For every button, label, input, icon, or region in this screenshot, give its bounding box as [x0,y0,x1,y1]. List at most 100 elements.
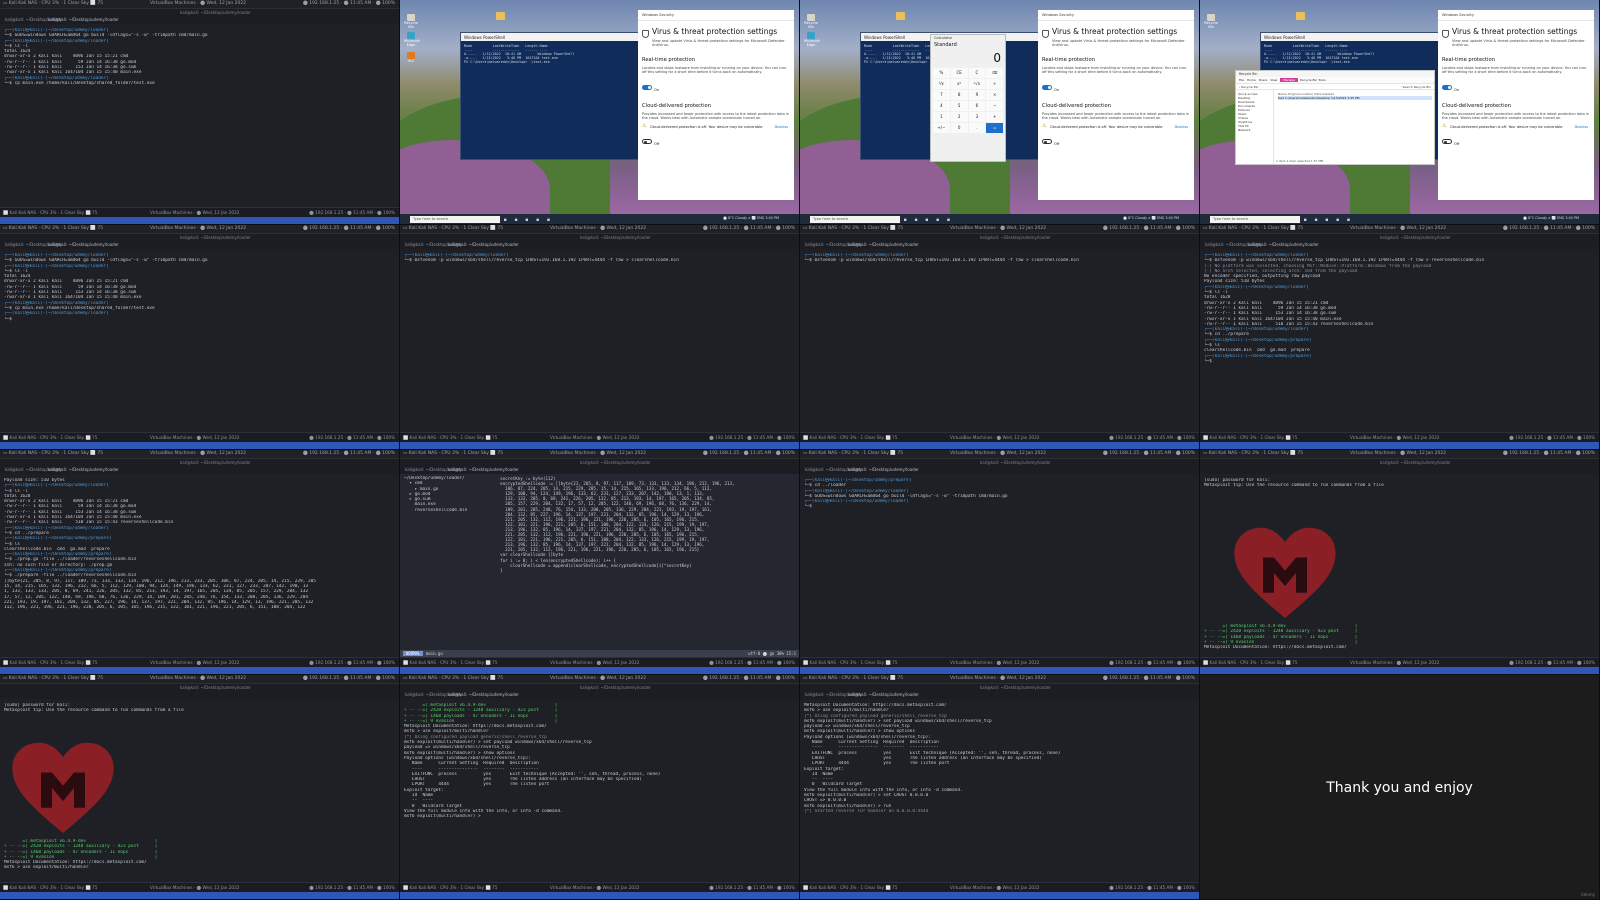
calculator-key[interactable]: = [986,123,1003,133]
ribbon-tab-file[interactable]: File [1239,78,1244,82]
calculator-key[interactable]: 3 [968,112,986,122]
code-editor[interactable]: secretKey := byte(112) encryptedShellcod… [490,476,795,573]
terminal-output[interactable]: ┌──(kali㉿kali)-[~/Desktop/udemy/loader] └… [800,249,1199,433]
calculator-key[interactable]: C [968,68,986,78]
calculator-key[interactable]: − [986,101,1003,111]
ribbon-tab-manage[interactable]: Manage [1280,78,1299,82]
edge-icon[interactable]: Microsoft Edge [804,32,820,47]
address-path: › Recycle Bin [1239,85,1259,89]
tile-msfconsole-banner: ▭ Kali Kali NAS · CPU 3% · 1 Clear Sky ⬜… [1200,450,1600,675]
terminal-tab[interactable]: kali@kali: ~/Desktop/udemy/loader [48,17,119,22]
calculator-key[interactable]: 2 [950,112,968,122]
terminal-tab-row: kali@kali: ~/Desktop/udemy/loader kali@ka… [800,459,1199,474]
calculator-mode[interactable]: Standard [931,41,1005,49]
folder-icon[interactable] [896,12,905,20]
system-tray[interactable]: ⬤ 8°C Cloudy ∧ ⬜ ENG 3:45 PM [1523,216,1579,220]
terminal-output[interactable]: ┌──(kali㉿kali)-[~/Desktop/udemy/prepare]… [800,474,1199,658]
edge-icon[interactable]: Microsoft Edge [404,32,420,47]
dismiss-link[interactable]: Dismiss [1574,125,1588,129]
calculator-window[interactable]: Calculator Standard 0 % CE C ⌫ ⅟x x² ²√x ÷ 7 8 9 × 4… [930,34,1006,162]
panel-left-text: ▭ Kali Kali NAS · CPU 3% · 1 Clear Sky ⬜… [3,676,104,681]
calculator-key[interactable]: ⌫ [986,68,1003,78]
taskbar-app-icons[interactable]: ■ ■ ■ ■ ■ [904,217,953,222]
windows-security-window[interactable]: Windows Security Virus & threat protecti… [1038,10,1194,200]
ribbon-tab-share[interactable]: Share [1259,78,1268,82]
taskbar-search[interactable]: Type here to search [1210,215,1300,223]
rtp-toggle[interactable] [1442,85,1452,91]
vlc-icon[interactable]: VLC [404,52,418,63]
recycle-bin-icon[interactable]: Recycle Bin [404,14,418,29]
terminal-output[interactable]: Payload size: 510 bytes ┌──(kali㉿kali)-[~… [0,474,399,658]
terminal-output[interactable]: =[ metasploit v6.4.9-dev ] + -- --=[ 2420… [400,699,799,883]
terminal-tab[interactable]: kali@kali: ~/Desktop/udemy/loader [848,692,919,697]
windows-security-window[interactable]: Windows Security Virus & threat protecti… [638,10,794,200]
calculator-key[interactable]: 6 [968,101,986,111]
calculator-key[interactable]: ÷ [986,79,1003,89]
recycle-bin-icon[interactable]: Recycle Bin [1204,14,1218,29]
nerdtree-pane[interactable]: ~/Desktop/udemy/loader/ ▾ cmd ▸ main.go … [404,476,488,513]
recycle-bin-window[interactable]: Recycle Bin File Home Share View Manage … [1235,70,1435,165]
terminal-tab[interactable]: kali@kali: ~/Desktop/udemy/loader [48,242,119,247]
panel-center-text: VirtualBox Machines · ⬤ Wed, 12 Jan 2022 [950,676,1047,681]
terminal-output[interactable]: Metasploit Documentation: https://docs.m… [800,699,1199,883]
explorer-search[interactable]: Search Recycle Bin [1402,85,1431,89]
powershell-window[interactable]: Windows PowerShell Mode LastWriteTime Le… [460,32,640,160]
taskbar-search[interactable]: Type here to search [410,215,500,223]
system-tray[interactable]: ⬤ 8°C Cloudy ∧ ⬜ ENG 3:45 PM [1123,216,1179,220]
file-row[interactable]: test C:\Users\malwaredev\Desktop 1/15/20… [1278,96,1432,100]
terminal-output[interactable]: [sudo] password for kali: Metasploit tip:… [0,699,399,883]
terminal-output[interactable]: ┌──(kali㉿kali)-[~/Desktop/udemy/loader] └… [400,249,799,433]
calculator-key[interactable]: 7 [933,90,950,100]
calculator-key[interactable]: 0 [950,123,968,133]
terminal-tab-row: kali@kali: ~/Desktop/udemy/loader kali@ka… [800,234,1199,249]
powershell-titlebar[interactable]: Windows PowerShell [1261,33,1439,41]
terminal-tab[interactable]: kali@kali: ~/Desktop/udemy/loader [1248,242,1319,247]
cloud-toggle[interactable] [1042,139,1052,145]
calculator-key[interactable]: 1 [933,112,950,122]
terminal-output[interactable]: [sudo] password for kali: Metasploit tip:… [1200,474,1599,658]
terminal-tab[interactable]: kali@kali: ~/Desktop/udemy/loader [848,467,919,472]
dismiss-link[interactable]: Dismiss [774,125,788,129]
taskbar-app-icons[interactable]: ■ ■ ■ ■ ■ [1304,217,1353,222]
calculator-key[interactable]: ²√x [968,79,986,89]
calculator-key[interactable]: × [986,90,1003,100]
calculator-key[interactable]: +/− [933,123,950,133]
terminal-tab[interactable]: kali@kali: ~/Desktop/udemy/loader [48,467,119,472]
calculator-key[interactable]: 4 [933,101,950,111]
ribbon-tab-view[interactable]: View [1270,78,1277,82]
calculator-key[interactable]: % [933,68,950,78]
cloud-toggle[interactable] [1442,139,1452,145]
cloud-toggle[interactable] [642,139,652,145]
calculator-key[interactable]: . [968,123,986,133]
terminal-tab[interactable]: kali@kali: ~/Desktop/udemy/loader [448,692,519,697]
calculator-key[interactable]: 5 [950,101,968,111]
powershell-output[interactable]: Mode LastWriteTime Length Name ---- -----… [1261,41,1439,67]
taskbar-app-icons[interactable]: ■ ■ ■ ■ ■ [504,217,553,222]
terminal-tab[interactable]: kali@kali: ~/Desktop/udemy/loader [448,242,519,247]
terminal-output[interactable]: ┌──(kali㉿kali)-[~/Desktop/udemy/loader] └… [0,24,399,208]
folder-icon[interactable] [1296,12,1305,20]
nav-item[interactable]: Network [1238,128,1271,132]
calculator-key[interactable]: ⅟x [933,79,950,89]
calculator-key[interactable]: 9 [968,90,986,100]
calculator-key[interactable]: + [986,112,1003,122]
recycle-bin-icon[interactable]: Recycle Bin [804,14,818,29]
dismiss-link[interactable]: Dismiss [1174,125,1188,129]
powershell-titlebar[interactable]: Windows PowerShell [461,33,639,41]
terminal-output[interactable]: ┌──(kali㉿kali)-[~/Desktop/udemy/loader] └… [0,249,399,433]
ribbon-tab-home[interactable]: Home [1247,78,1256,82]
terminal-tab[interactable]: kali@kali: ~/Desktop/udemy/loader [448,467,519,472]
powershell-output[interactable]: Mode LastWriteTime Length Name ---- -----… [461,41,639,67]
folder-icon[interactable] [496,12,505,20]
calculator-key[interactable]: CE [950,68,968,78]
kali-bottom-panel: ⬜ Kali Kali NAS · CPU 3% · 1 Clear Sky ⬜… [400,882,799,892]
rtp-toggle[interactable] [1042,85,1052,91]
rtp-toggle[interactable] [642,85,652,91]
terminal-tab[interactable]: kali@kali: ~/Desktop/udemy/loader [848,242,919,247]
system-tray[interactable]: ⬤ 8°C Cloudy ∧ ⬜ ENG 3:45 PM [723,216,779,220]
windows-security-window[interactable]: Windows Security Virus & threat protecti… [1438,10,1594,200]
taskbar-search[interactable]: Type here to search [810,215,900,223]
calculator-key[interactable]: x² [950,79,968,89]
calculator-key[interactable]: 8 [950,90,968,100]
terminal-output[interactable]: ┌──(kali㉿kali)-[~/Desktop/udemy/loader] └… [1200,249,1599,433]
